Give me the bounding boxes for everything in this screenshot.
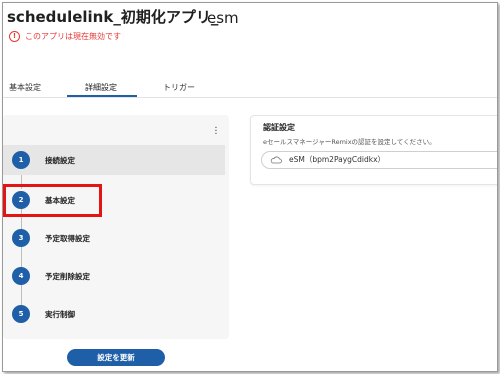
cloud-icon bbox=[270, 156, 282, 164]
tab-bar: 基本設定 詳細設定 トリガー bbox=[3, 77, 497, 98]
auth-description: eセールスマネージャーRemixの認証を設定してください。 bbox=[263, 138, 436, 146]
step-item-execution[interactable]: 5 実行制御 bbox=[3, 299, 225, 329]
active-tab-indicator bbox=[67, 95, 137, 97]
auth-title: 認証設定 bbox=[263, 123, 295, 132]
app-window: schedulelink_初期化アプリ_ esm ! このアプリは現在無効です … bbox=[2, 2, 498, 372]
tab-basic-settings[interactable]: 基本設定 bbox=[9, 82, 41, 93]
step-item-fetch[interactable]: 3 予定取得設定 bbox=[3, 223, 225, 253]
disabled-warning: ! このアプリは現在無効です bbox=[9, 31, 121, 42]
update-settings-button[interactable]: 設定を更新 bbox=[67, 349, 165, 366]
auth-value: eSM（bpm2PaygCdidkx） bbox=[289, 155, 386, 164]
step-label: 予定取得設定 bbox=[45, 233, 90, 243]
app-subtitle: esm bbox=[207, 9, 239, 27]
auth-settings-card: 認証設定 eセールスマネージャーRemixの認証を設定してください。 eSM（b… bbox=[250, 115, 497, 185]
step-item-connection[interactable]: 1 接続設定 bbox=[3, 145, 225, 175]
step-item-delete[interactable]: 4 予定削除設定 bbox=[3, 261, 225, 291]
warning-text: このアプリは現在無効です bbox=[25, 32, 121, 41]
app-title: schedulelink_初期化アプリ_ bbox=[7, 8, 219, 26]
auth-select-field[interactable]: eSM（bpm2PaygCdidkx） bbox=[261, 151, 497, 169]
step-number: 5 bbox=[12, 305, 30, 323]
step-number: 1 bbox=[12, 151, 30, 169]
tab-detail-settings[interactable]: 詳細設定 bbox=[85, 82, 117, 93]
tab-trigger[interactable]: トリガー bbox=[163, 82, 195, 93]
step-label: 接続設定 bbox=[45, 155, 75, 165]
highlight-box bbox=[3, 184, 102, 217]
step-label: 実行制御 bbox=[45, 309, 75, 319]
step-label: 予定削除設定 bbox=[45, 271, 90, 281]
warning-circle-icon: ! bbox=[9, 31, 20, 42]
step-number: 4 bbox=[12, 267, 30, 285]
step-number: 3 bbox=[12, 229, 30, 247]
kebab-menu-icon[interactable]: · · · bbox=[214, 124, 218, 140]
